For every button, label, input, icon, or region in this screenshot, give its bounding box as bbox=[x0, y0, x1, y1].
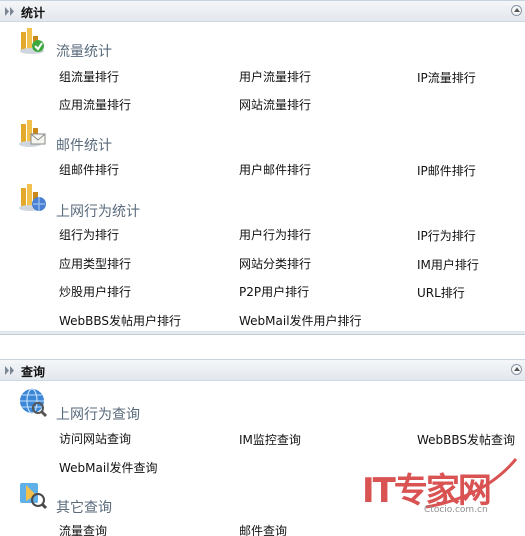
behavior-stats-icon bbox=[19, 184, 46, 211]
stats-panel-footer bbox=[0, 331, 525, 335]
stats-panel-title: 统计 bbox=[21, 6, 46, 20]
group-title-behavior: 上网行为统计 bbox=[56, 204, 140, 220]
link-site-category-rank[interactable]: 网站分类排行 bbox=[239, 255, 311, 272]
link-stock-user-rank[interactable]: 炒股用户排行 bbox=[59, 283, 131, 300]
mail-stats-icon bbox=[19, 120, 46, 147]
link-group-behavior-rank[interactable]: 组行为排行 bbox=[59, 226, 119, 243]
globe-query-icon bbox=[20, 388, 48, 418]
link-im-monitor-query[interactable]: IM监控查询 bbox=[239, 431, 301, 448]
link-webbbs-post-query[interactable]: WebBBS发帖查询 bbox=[417, 431, 515, 448]
traffic-stats-icon bbox=[20, 28, 44, 54]
query-panel-title: 查询 bbox=[21, 365, 46, 379]
link-webmail-user-rank[interactable]: WebMail发件用户排行 bbox=[239, 312, 362, 329]
link-user-traffic-rank[interactable]: 用户流量排行 bbox=[239, 68, 311, 85]
link-site-visit-query[interactable]: 访问网站查询 bbox=[59, 430, 131, 447]
group-title-behavior-query: 上网行为查询 bbox=[56, 407, 140, 423]
link-webbbs-user-rank[interactable]: WebBBS发帖用户排行 bbox=[59, 312, 181, 329]
link-traffic-query[interactable]: 流量查询 bbox=[59, 522, 107, 536]
group-title-traffic: 流量统计 bbox=[56, 44, 112, 60]
link-app-type-rank[interactable]: 应用类型排行 bbox=[59, 255, 131, 272]
link-user-behavior-rank[interactable]: 用户行为排行 bbox=[239, 226, 311, 243]
watermark-site: Ctocio.com.cn bbox=[424, 505, 488, 515]
link-group-traffic-rank[interactable]: 组流量排行 bbox=[59, 68, 119, 85]
stats-panel-header[interactable]: 统计 bbox=[0, 0, 525, 22]
collapse-icon[interactable] bbox=[511, 5, 522, 16]
link-ip-traffic-rank[interactable]: IP流量排行 bbox=[417, 69, 476, 86]
link-ip-behavior-rank[interactable]: IP行为排行 bbox=[417, 227, 476, 244]
link-ip-mail-rank[interactable]: IP邮件排行 bbox=[417, 162, 476, 179]
link-app-traffic-rank[interactable]: 应用流量排行 bbox=[59, 96, 131, 113]
group-title-mail: 邮件统计 bbox=[56, 138, 112, 154]
double-arrow-icon bbox=[5, 7, 14, 16]
query-panel-header[interactable]: 查询 bbox=[0, 359, 525, 381]
link-user-mail-rank[interactable]: 用户邮件排行 bbox=[239, 161, 311, 178]
watermark-logo: IT专家网 Ctocio.com.cn bbox=[356, 455, 521, 519]
link-url-rank[interactable]: URL排行 bbox=[417, 284, 465, 301]
link-p2p-user-rank[interactable]: P2P用户排行 bbox=[239, 283, 309, 300]
group-title-other-query: 其它查询 bbox=[56, 500, 112, 516]
stats-panel-body: 流量统计 组流量排行 用户流量排行 IP流量排行 应用流量排行 网站流量排行 邮… bbox=[0, 22, 525, 330]
collapse-icon[interactable] bbox=[511, 364, 522, 375]
link-im-user-rank[interactable]: IM用户排行 bbox=[417, 256, 479, 273]
double-arrow-icon bbox=[5, 366, 14, 375]
other-query-icon bbox=[20, 483, 48, 510]
link-webmail-send-query[interactable]: WebMail发件查询 bbox=[59, 459, 158, 476]
link-group-mail-rank[interactable]: 组邮件排行 bbox=[59, 161, 119, 178]
link-site-traffic-rank[interactable]: 网站流量排行 bbox=[239, 96, 311, 113]
link-mail-query[interactable]: 邮件查询 bbox=[239, 522, 287, 536]
